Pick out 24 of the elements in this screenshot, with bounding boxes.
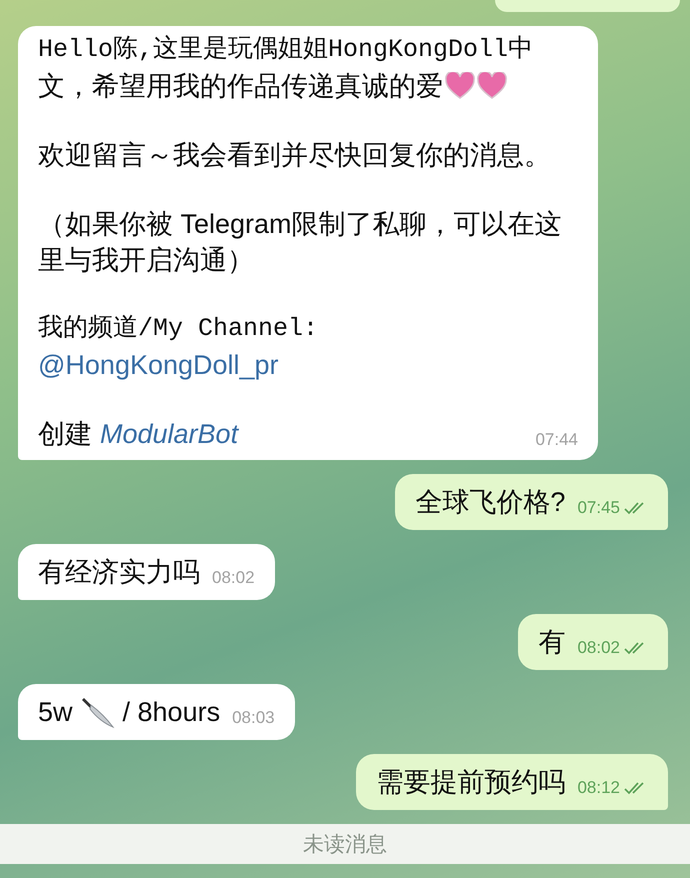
- message-time: 07:44: [535, 430, 578, 450]
- message-time: 08:02: [577, 638, 620, 658]
- message-text: 需要提前预约吗: [376, 767, 566, 797]
- message-text: （如果你被 Telegram限制了私聊，可以在这里与我开启沟通）: [38, 209, 562, 275]
- knife-icon: [80, 695, 115, 729]
- message-text: 全球飞价格?: [415, 487, 566, 517]
- bot-link[interactable]: ModularBot: [100, 419, 238, 449]
- message-text: 文，希望用我的作品传递真诚的爱: [38, 71, 443, 101]
- unread-messages-label: 未读消息: [303, 832, 387, 858]
- heart-icon: [445, 72, 475, 100]
- message-text: 欢迎留言～我会看到并尽快回复你的消息。: [38, 140, 551, 170]
- channel-link[interactable]: @HongKongDoll_pr: [38, 347, 578, 383]
- message-text: 创建: [38, 419, 92, 449]
- message-time: 08:02: [212, 568, 255, 588]
- message-text: Hello陈,这里是玩偶姐姐HongKongDoll中: [38, 34, 534, 66]
- message-time: 08:03: [232, 708, 275, 728]
- message-time: 08:12: [577, 778, 620, 798]
- message-text: 有: [538, 627, 566, 657]
- message-text: 有经济实力吗: [38, 557, 200, 587]
- message-text: 我的频道/My Channel:: [38, 313, 320, 345]
- heart-icon: [477, 72, 507, 100]
- message-time: 07:45: [577, 498, 620, 518]
- message-text: 5w: [38, 697, 73, 727]
- message-text: / 8hours: [122, 697, 220, 727]
